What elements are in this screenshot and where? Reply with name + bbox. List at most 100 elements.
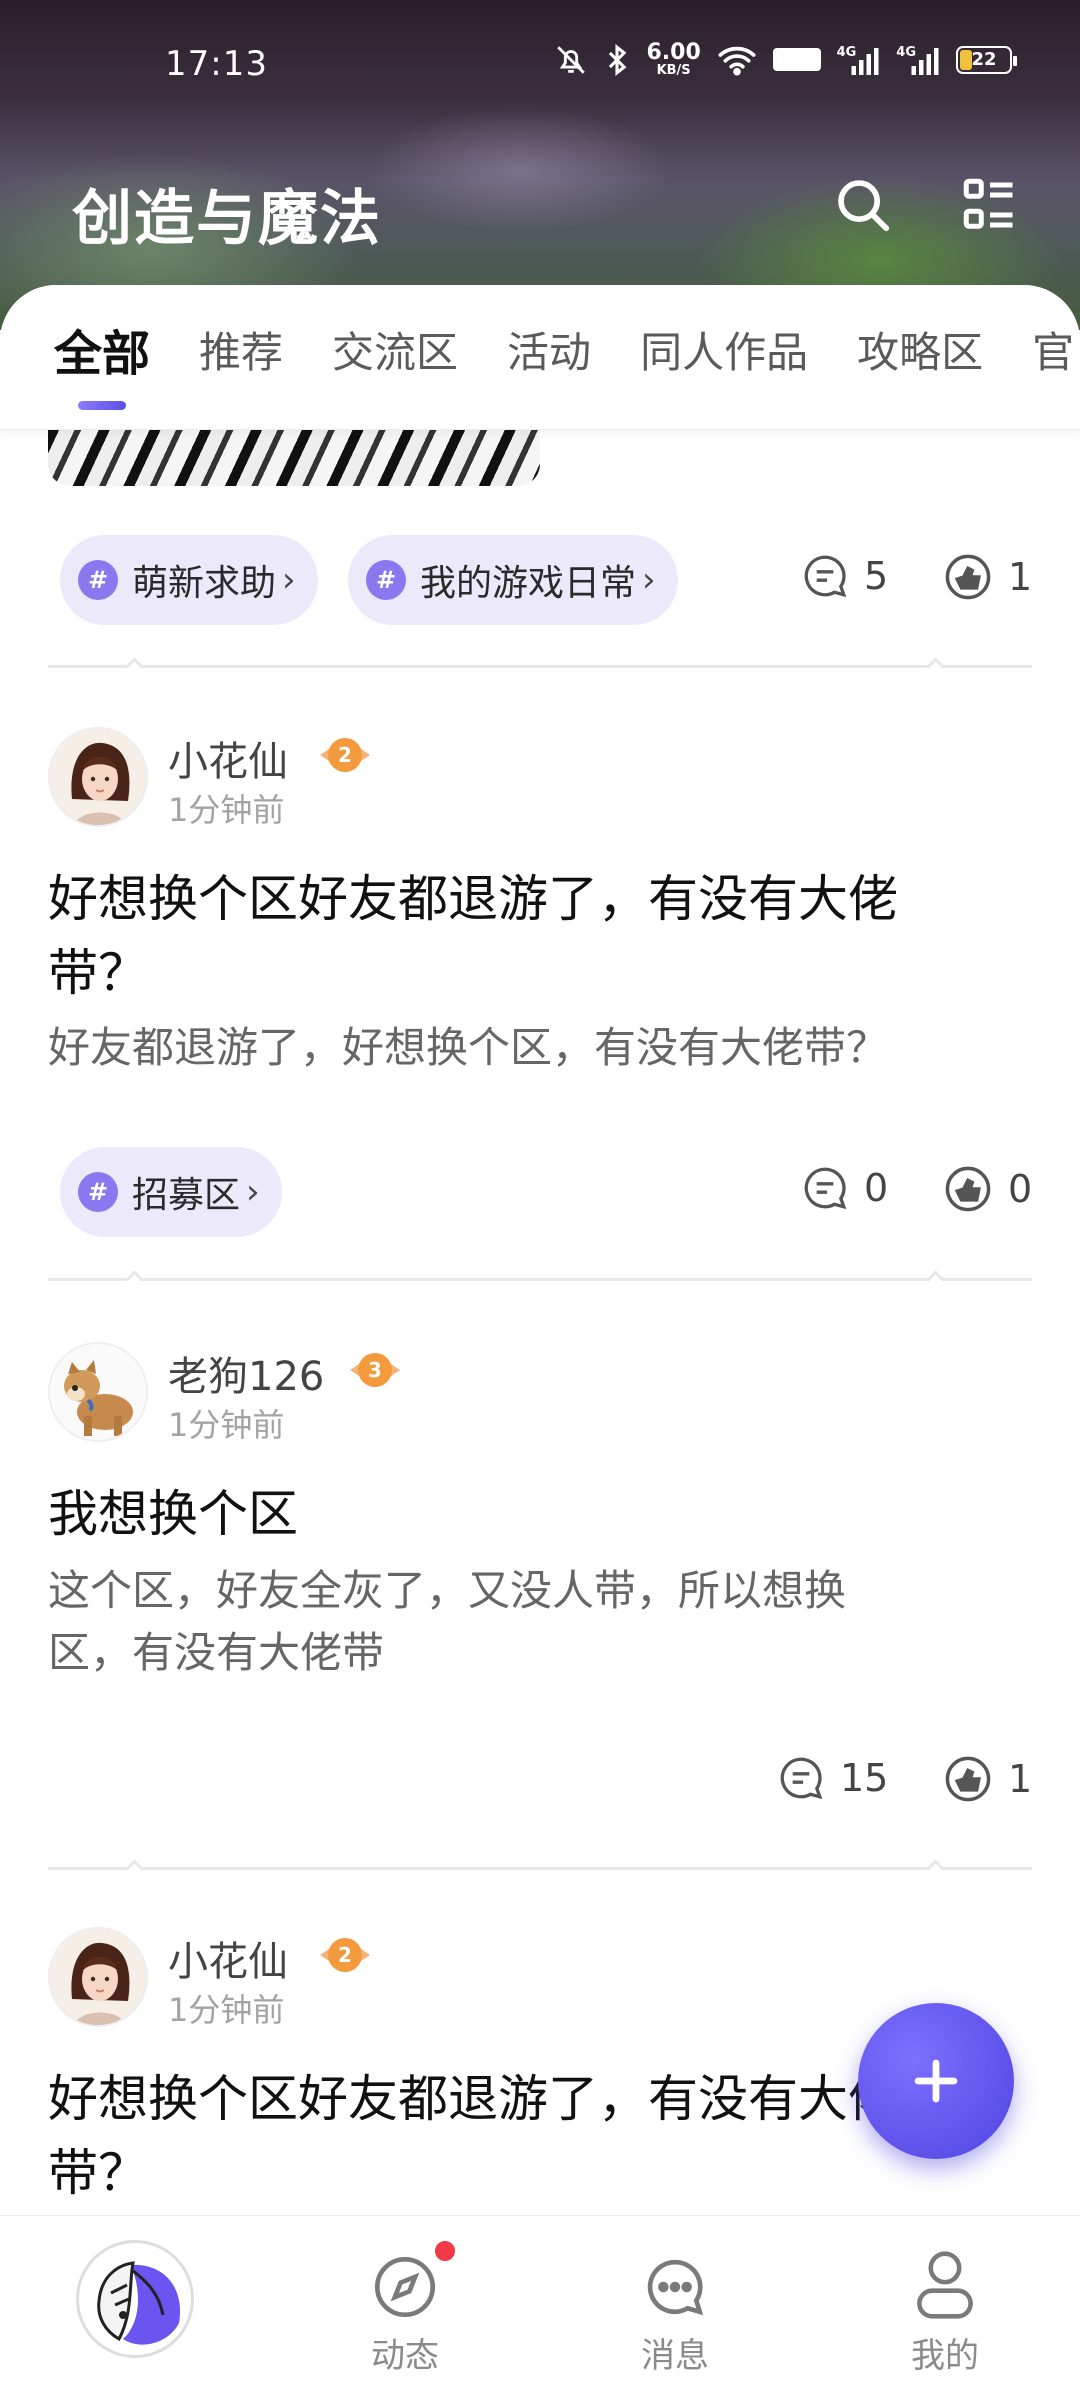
search-button[interactable] xyxy=(828,170,898,240)
tab-discussion[interactable]: 交流区 xyxy=(332,319,458,380)
category-menu-button[interactable] xyxy=(955,170,1025,240)
post-title[interactable]: 好想换个区好友都退游了，有没有大佬 带？ xyxy=(48,862,1008,1010)
comment-count: 15 xyxy=(840,1756,889,1800)
like-button[interactable]: 1 xyxy=(942,1753,1032,1805)
message-icon xyxy=(647,2259,704,2316)
tab-all[interactable]: 全部 xyxy=(54,314,150,410)
topic-tag-label: 我的游戏日常 xyxy=(420,563,637,604)
post-card[interactable]: 老狗126 3 1分钟前 我想换个区 这个区，好友全灰了，又没人带，所以想换 区… xyxy=(0,1342,1080,1882)
level-number: 2 xyxy=(338,1943,352,1967)
hash-icon: # xyxy=(78,560,118,600)
content-sheet: 全部 推荐 交流区 活动 同人作品 攻略区 官 # 萌新求助 › # 我的游戏日… xyxy=(0,285,1080,2215)
like-button[interactable]: 1 xyxy=(942,551,1032,603)
topic-tag-label: 萌新求助 xyxy=(132,563,277,604)
hd-badge: HD2 xyxy=(772,48,821,71)
create-post-button[interactable] xyxy=(858,2003,1014,2159)
app-screen: 17:13 6.00 KB/S HD2 4G 4G 22 创造与魔法 全部 推荐… xyxy=(0,0,1080,2400)
tab-official[interactable]: 官 xyxy=(1032,319,1074,380)
chevron-right-icon: › xyxy=(246,1172,260,1212)
nav-label: 消息 xyxy=(641,2336,709,2376)
signal1-icon: 4G xyxy=(837,45,881,75)
avatar[interactable] xyxy=(48,1342,148,1442)
profile-icon xyxy=(917,2251,973,2319)
chevron-right-icon: › xyxy=(282,560,296,600)
post-body-line: 好友都退游了，好想换个区，有没有大佬带？ xyxy=(48,1023,889,1072)
level-badge: 3 xyxy=(344,1350,406,1390)
comment-count: 0 xyxy=(864,1166,889,1210)
topic-tag[interactable]: # 招募区 › xyxy=(60,1147,282,1237)
nav-feed[interactable]: 动态 xyxy=(305,2216,505,2400)
tab-bar: 全部 推荐 交流区 活动 同人作品 攻略区 官 xyxy=(0,285,1080,430)
author-name[interactable]: 老狗126 xyxy=(168,1344,324,1402)
compass-icon xyxy=(374,2256,436,2318)
battery-icon: 22 xyxy=(956,45,1017,74)
post-body[interactable]: 这个区，好友全灰了，又没人带，所以想换 区，有没有大佬带 xyxy=(48,1560,1008,1684)
avatar[interactable] xyxy=(48,1927,148,2027)
post-image[interactable] xyxy=(48,430,540,486)
search-icon xyxy=(838,180,890,232)
post-time: 1分钟前 xyxy=(168,791,285,829)
net-speed: 6.00 KB/S xyxy=(646,40,701,78)
topic-tag[interactable]: # 萌新求助 › xyxy=(60,535,318,625)
comment-icon xyxy=(804,1167,847,1210)
tab-guides[interactable]: 攻略区 xyxy=(857,319,983,380)
author-name[interactable]: 小花仙 xyxy=(168,1929,288,1987)
post-title-line: 带？ xyxy=(48,944,148,1002)
post-title-line: 好想换个区好友都退游了，有没有大佬 xyxy=(48,870,898,928)
post-card[interactable]: 小花仙 2 1分钟前 好想换个区好友都退游了，有没有大佬 带？ xyxy=(0,727,1080,1287)
author-name[interactable]: 小花仙 xyxy=(168,729,288,787)
post-divider xyxy=(48,1867,1032,1870)
like-button[interactable]: 0 xyxy=(942,1163,1032,1215)
net-speed-value: 6.00 xyxy=(646,40,701,65)
post-body-line: 这个区，好友全灰了，又没人带，所以想换 xyxy=(48,1566,847,1615)
nav-label: 我的 xyxy=(911,2336,979,2376)
nav-profile[interactable]: 我的 xyxy=(845,2216,1045,2400)
level-number: 3 xyxy=(368,1358,382,1382)
comment-count: 5 xyxy=(864,554,889,598)
comment-count-button[interactable]: 0 xyxy=(800,1163,888,1213)
like-icon xyxy=(945,1166,991,1212)
wifi-icon xyxy=(717,44,757,76)
level-badge: 2 xyxy=(314,1935,376,1975)
post-author[interactable]: 小花仙 2 1分钟前 xyxy=(48,1927,748,2037)
comment-count-button[interactable]: 5 xyxy=(800,551,888,601)
post-title[interactable]: 我想换个区 xyxy=(48,1477,1008,1551)
post-author[interactable]: 小花仙 2 1分钟前 xyxy=(48,727,748,837)
chevron-right-icon: › xyxy=(642,560,656,600)
post-footer: # 招募区 › 0 0 xyxy=(0,1147,1080,1237)
post-body-line: 区，有没有大佬带 xyxy=(48,1628,385,1677)
grid-list-icon xyxy=(963,178,1013,229)
comment-icon xyxy=(780,1757,823,1800)
comment-count-button[interactable]: 15 xyxy=(776,1753,888,1803)
post-author[interactable]: 老狗126 3 1分钟前 xyxy=(48,1342,748,1452)
post-divider xyxy=(48,665,1032,668)
like-icon xyxy=(945,1756,991,1802)
tab-fan-works[interactable]: 同人作品 xyxy=(640,319,808,380)
hash-icon: # xyxy=(78,1172,118,1212)
nav-label: 动态 xyxy=(371,2336,439,2376)
like-count: 1 xyxy=(1008,1757,1033,1801)
post-body[interactable]: 好友都退游了，好想换个区，有没有大佬带？ xyxy=(48,1017,1008,1079)
nav-home[interactable] xyxy=(76,2240,194,2358)
prev-post-footer: # 萌新求助 › # 我的游戏日常 › 5 1 xyxy=(0,535,1080,625)
post-divider xyxy=(48,1278,1032,1281)
status-icons: 6.00 KB/S HD2 4G 4G 22 xyxy=(554,40,1017,78)
signal2-icon: 4G xyxy=(896,45,940,75)
avatar[interactable] xyxy=(48,727,148,827)
nav-messages[interactable]: 消息 xyxy=(575,2216,775,2400)
battery-level: 22 xyxy=(971,49,997,70)
bluetooth-icon xyxy=(604,43,630,77)
status-bar: 17:13 6.00 KB/S HD2 4G 4G 22 xyxy=(0,0,1080,100)
status-time: 17:13 xyxy=(165,44,268,84)
home-logo-icon xyxy=(79,2243,191,2355)
like-icon xyxy=(945,554,991,600)
tab-recommend[interactable]: 推荐 xyxy=(199,319,283,380)
like-count: 0 xyxy=(1008,1167,1033,1211)
like-count: 1 xyxy=(1008,555,1033,599)
topic-tag[interactable]: # 我的游戏日常 › xyxy=(348,535,678,625)
post-time: 1分钟前 xyxy=(168,1991,285,2029)
post-time: 1分钟前 xyxy=(168,1406,285,1444)
tab-events[interactable]: 活动 xyxy=(507,319,591,380)
hash-icon: # xyxy=(366,560,406,600)
post-footer: 15 1 xyxy=(0,1737,1080,1827)
